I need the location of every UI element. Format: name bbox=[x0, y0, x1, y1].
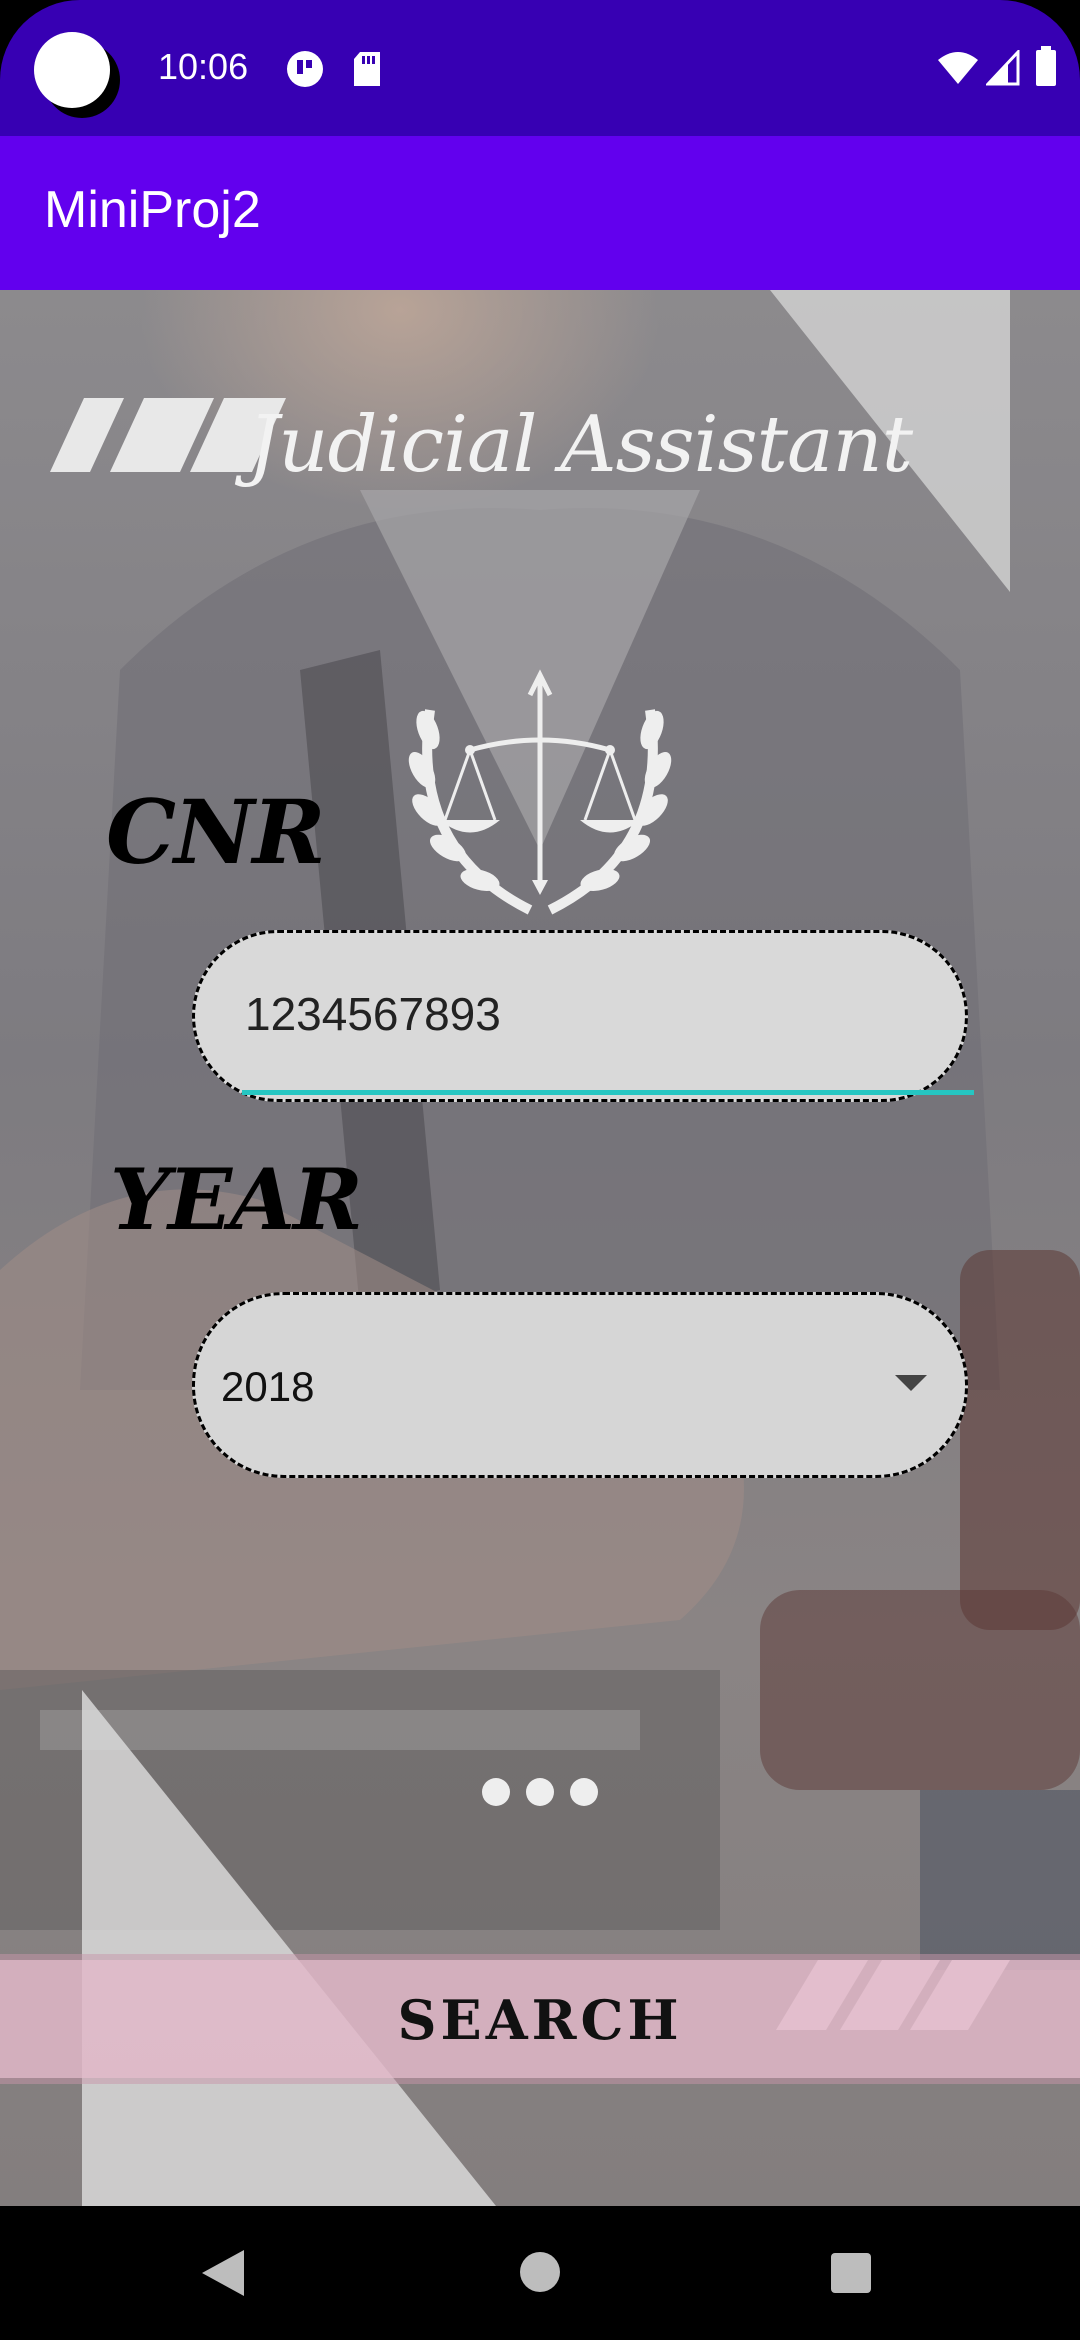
main-content: Judicial Assistant CNR 1234567893 YEAR 2… bbox=[0, 290, 1080, 2206]
battery-icon bbox=[1036, 46, 1056, 86]
signal-icon bbox=[986, 50, 1020, 86]
page-dot-2 bbox=[526, 1778, 554, 1806]
phone-screen: 10:06 MiniProj2 Judicial Assistant CNR 1… bbox=[0, 0, 1080, 2340]
back-icon[interactable] bbox=[200, 2248, 246, 2298]
search-button-label: SEARCH bbox=[397, 1988, 683, 2052]
cnr-input-underline bbox=[242, 1090, 974, 1095]
app-bar: MiniProj2 bbox=[0, 136, 1080, 290]
circle-app-icon bbox=[287, 51, 323, 87]
app-title: MiniProj2 bbox=[44, 181, 261, 239]
camera-cutout bbox=[34, 32, 110, 108]
year-dropdown[interactable]: 2018 bbox=[192, 1292, 968, 1478]
recents-icon[interactable] bbox=[830, 2252, 872, 2294]
cnr-input[interactable]: 1234567893 bbox=[192, 930, 968, 1102]
scales-of-justice-logo bbox=[408, 669, 672, 915]
wifi-icon bbox=[938, 52, 978, 84]
year-label: YEAR bbox=[110, 1150, 363, 1249]
navigation-bar bbox=[0, 2206, 1080, 2340]
year-selected-value: 2018 bbox=[221, 1363, 315, 1410]
dropdown-arrow-icon bbox=[895, 1375, 927, 1391]
cnr-label: CNR bbox=[106, 780, 326, 884]
sd-card-icon bbox=[354, 52, 380, 86]
search-button[interactable]: SEARCH bbox=[0, 1960, 1080, 2078]
home-icon[interactable] bbox=[518, 2250, 562, 2294]
page-dot-3 bbox=[570, 1778, 598, 1806]
logo-title: Judicial Assistant bbox=[248, 400, 913, 490]
bottom-left-triangle bbox=[82, 1690, 496, 2206]
stripe-1 bbox=[50, 398, 124, 472]
page-dot-1 bbox=[482, 1778, 510, 1806]
status-bar: 10:06 bbox=[0, 0, 1080, 136]
status-time: 10:06 bbox=[158, 46, 249, 87]
cnr-input-value: 1234567893 bbox=[245, 988, 501, 1040]
